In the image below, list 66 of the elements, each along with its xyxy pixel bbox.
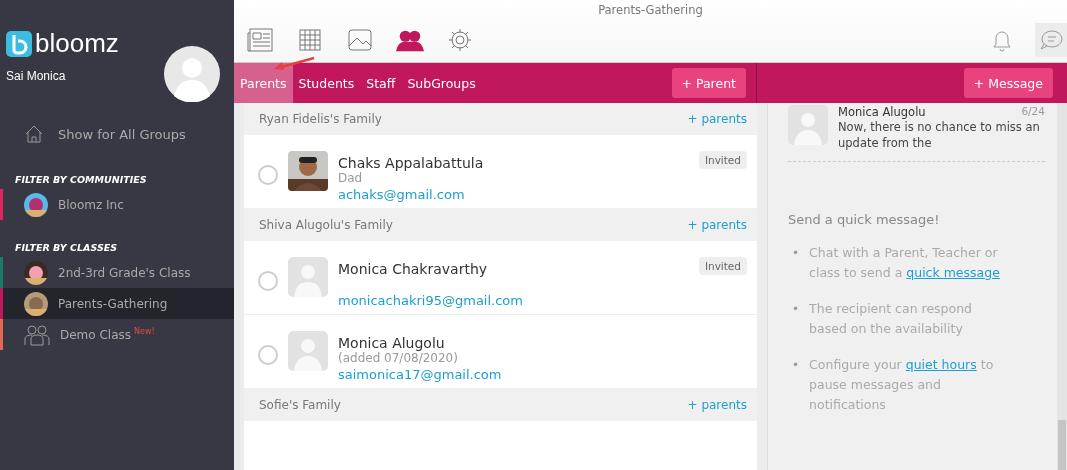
tip-text: Configure your quiet hours to pause messages and notifications	[809, 356, 995, 414]
tab[interactable]: SubGroups	[401, 63, 482, 103]
member-email: monicachakri95@gmail.com	[338, 293, 524, 308]
section-title: FILTER BY CLASSES	[14, 242, 119, 253]
settings-icon	[448, 28, 472, 52]
message-preview: Now, there is no chance to miss an update from the	[838, 119, 1041, 151]
tab[interactable]: Students	[292, 63, 361, 103]
newspaper-icon	[247, 28, 273, 52]
tab[interactable]: Parents	[234, 63, 293, 103]
sender-name: Monica Alugolu	[838, 105, 926, 119]
bell-icon[interactable]	[991, 28, 1013, 52]
section-title: FILTER BY COMMUNITIES	[14, 174, 148, 185]
image-icon	[348, 29, 372, 51]
family-name: Sofie's Family	[259, 398, 341, 412]
member-name: Monica Alugolu	[338, 335, 446, 351]
window-title: Parents-Gathering	[597, 2, 704, 17]
add-message-button[interactable]: + Message	[963, 68, 1053, 98]
toolbar-button[interactable]	[346, 26, 374, 54]
avatar-icon[interactable]	[164, 46, 220, 102]
avatar-icon	[288, 257, 328, 297]
add-parents-link[interactable]: + parents	[687, 398, 747, 412]
add-parent-button[interactable]: + Parent	[671, 68, 746, 98]
tip-link[interactable]: quick message	[906, 265, 1000, 280]
member-role: Dad	[338, 171, 364, 187]
user-name: Sai Monica	[6, 69, 67, 83]
select-radio[interactable]	[258, 165, 278, 185]
member-name: Monica Chakravarthy	[338, 261, 489, 277]
chat-button[interactable]	[1035, 23, 1067, 57]
message-item[interactable]: Monica Alugolu 6/24 Now, there is no chance to miss an update from the	[788, 103, 1045, 162]
member-name: Chaks Appalabattula	[338, 155, 485, 171]
family-name: Shiva Alugolu's Family	[259, 218, 393, 232]
bullet: •	[792, 301, 800, 318]
tab[interactable]: Staff	[360, 63, 402, 103]
add-parents-link[interactable]: + parents	[687, 112, 747, 126]
member-row[interactable]: Monica Chakravarthy monicachakri95@gmail.com Invited	[244, 241, 757, 315]
tip-text: Chat with a Parent, Teacher or class to send a quick message	[809, 244, 1001, 282]
status-tag: Invited	[698, 151, 747, 169]
select-radio[interactable]	[258, 271, 278, 291]
all-groups-item[interactable]: Show for All Groups	[0, 116, 234, 152]
avatar-icon	[288, 331, 328, 371]
tip-text: The recipient can respond based on the availability	[809, 300, 974, 338]
toolbar-button[interactable]	[296, 26, 324, 54]
family-name: Ryan Fidelis's Family	[259, 112, 382, 126]
select-radio[interactable]	[258, 345, 278, 365]
chat-icon	[1039, 29, 1063, 51]
scroll-thumb[interactable]	[1058, 420, 1066, 470]
scrollbar[interactable]	[1057, 103, 1067, 470]
member-email: saimonica17@gmail.com	[338, 367, 503, 382]
people-icon	[396, 28, 424, 52]
bullet: •	[792, 245, 800, 262]
logo-icon	[6, 30, 32, 57]
toolbar-button[interactable]	[446, 26, 474, 54]
member-email: achaks@gmail.com	[338, 187, 466, 202]
bullet: •	[792, 357, 800, 374]
add-parents-link[interactable]: + parents	[687, 218, 747, 232]
brand-name: bloomz	[35, 28, 119, 59]
grid-icon	[299, 29, 321, 51]
tip-link[interactable]: quiet hours	[905, 357, 977, 372]
group-item[interactable]: Parents-Gathering	[0, 288, 234, 319]
home-icon	[24, 124, 44, 144]
group-icon	[24, 323, 50, 346]
annotation-arrow	[272, 56, 316, 72]
message-date: 6/24	[1021, 105, 1045, 119]
tips-title: Send a quick message!	[788, 212, 941, 227]
member-role: (added 07/08/2020)	[338, 351, 459, 367]
status-tag: Invited	[698, 257, 747, 275]
